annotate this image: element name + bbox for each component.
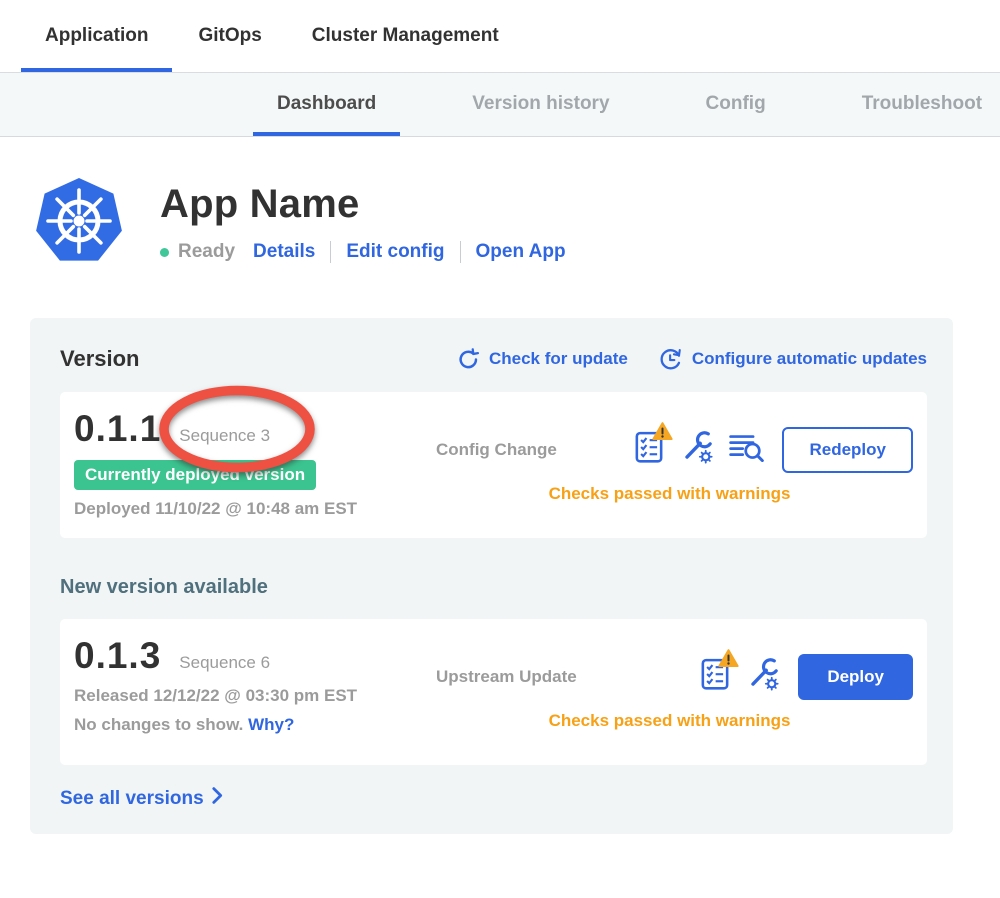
warning-triangle-icon <box>652 422 673 446</box>
tab-version-history-label: Version history <box>472 93 609 115</box>
sub-nav: Dashboard Version history Config Trouble… <box>0 73 1000 137</box>
ready-status-dot-icon <box>160 248 169 257</box>
kubernetes-logo-icon <box>36 178 122 264</box>
available-version-card: 0.1.3 Sequence 6 Released 12/12/22 @ 03:… <box>60 619 927 765</box>
open-app-link[interactable]: Open App <box>476 241 566 263</box>
currently-deployed-badge: Currently deployed version <box>74 460 316 490</box>
divider <box>330 241 331 263</box>
deploy-button[interactable]: Deploy <box>798 654 913 700</box>
preflight-checklist-icon[interactable] <box>635 431 663 468</box>
edit-config-link[interactable]: Edit config <box>346 241 444 263</box>
config-tools-icon[interactable] <box>678 429 714 470</box>
tab-troubleshoot-label: Troubleshoot <box>862 93 982 115</box>
app-header: App Name Ready Details Edit config Open … <box>36 178 1000 264</box>
configure-auto-updates-link[interactable]: Configure automatic updates <box>658 347 927 372</box>
divider <box>460 241 461 263</box>
tab-gitops-label: GitOps <box>198 25 261 47</box>
tab-application-label: Application <box>45 25 148 47</box>
top-nav: Application GitOps Cluster Management <box>0 0 1000 73</box>
tab-application[interactable]: Application <box>21 0 172 72</box>
chevron-right-icon <box>212 787 223 810</box>
preflight-checks-status: Checks passed with warnings <box>426 711 913 731</box>
tab-cluster-management[interactable]: Cluster Management <box>288 0 523 72</box>
status-badge: Ready <box>178 241 235 263</box>
tab-gitops[interactable]: GitOps <box>174 0 285 72</box>
preflight-checklist-icon[interactable] <box>701 658 729 695</box>
available-version-number: 0.1.3 <box>74 635 161 677</box>
check-for-update-label: Check for update <box>489 349 628 369</box>
tab-config[interactable]: Config <box>682 73 790 136</box>
config-tools-icon[interactable] <box>744 656 780 697</box>
current-sequence-label: Sequence 3 <box>179 426 270 446</box>
warning-triangle-icon <box>718 649 739 673</box>
tab-troubleshoot[interactable]: Troubleshoot <box>838 73 1000 136</box>
tab-cluster-management-label: Cluster Management <box>312 25 499 47</box>
view-files-icon[interactable] <box>729 433 764 467</box>
version-panel-title: Version <box>60 346 139 372</box>
tab-dashboard-label: Dashboard <box>277 93 376 115</box>
tab-dashboard[interactable]: Dashboard <box>253 73 400 136</box>
why-link[interactable]: Why? <box>248 715 294 734</box>
released-timestamp: Released 12/12/22 @ 03:30 pm EST <box>74 686 426 706</box>
version-panel: Version Check for update <box>30 318 953 834</box>
deployed-timestamp: Deployed 11/10/22 @ 10:48 am EST <box>74 499 426 519</box>
no-changes-label: No changes to show. <box>74 715 243 734</box>
new-version-heading: New version available <box>60 576 927 599</box>
available-sequence-label: Sequence 6 <box>179 653 270 673</box>
version-source-label: Upstream Update <box>436 667 577 687</box>
current-version-number: 0.1.1 <box>74 408 161 450</box>
schedule-icon <box>658 347 683 372</box>
redeploy-button[interactable]: Redeploy <box>782 427 913 473</box>
preflight-checks-status: Checks passed with warnings <box>426 484 913 504</box>
details-link[interactable]: Details <box>253 241 315 263</box>
refresh-icon <box>457 348 480 371</box>
page-title: App Name <box>160 182 566 227</box>
tab-config-label: Config <box>706 93 766 115</box>
no-changes-text: No changes to show. Why? <box>74 715 426 735</box>
status-row: Ready Details Edit config Open App <box>160 241 566 263</box>
see-all-versions-label: See all versions <box>60 788 204 810</box>
tab-version-history[interactable]: Version history <box>448 73 633 136</box>
current-version-card: 0.1.1 Sequence 3 Currently deployed vers… <box>60 392 927 538</box>
configure-auto-updates-label: Configure automatic updates <box>692 349 927 369</box>
see-all-versions-link[interactable]: See all versions <box>60 787 223 810</box>
version-source-label: Config Change <box>436 440 557 460</box>
check-for-update-link[interactable]: Check for update <box>457 348 628 371</box>
